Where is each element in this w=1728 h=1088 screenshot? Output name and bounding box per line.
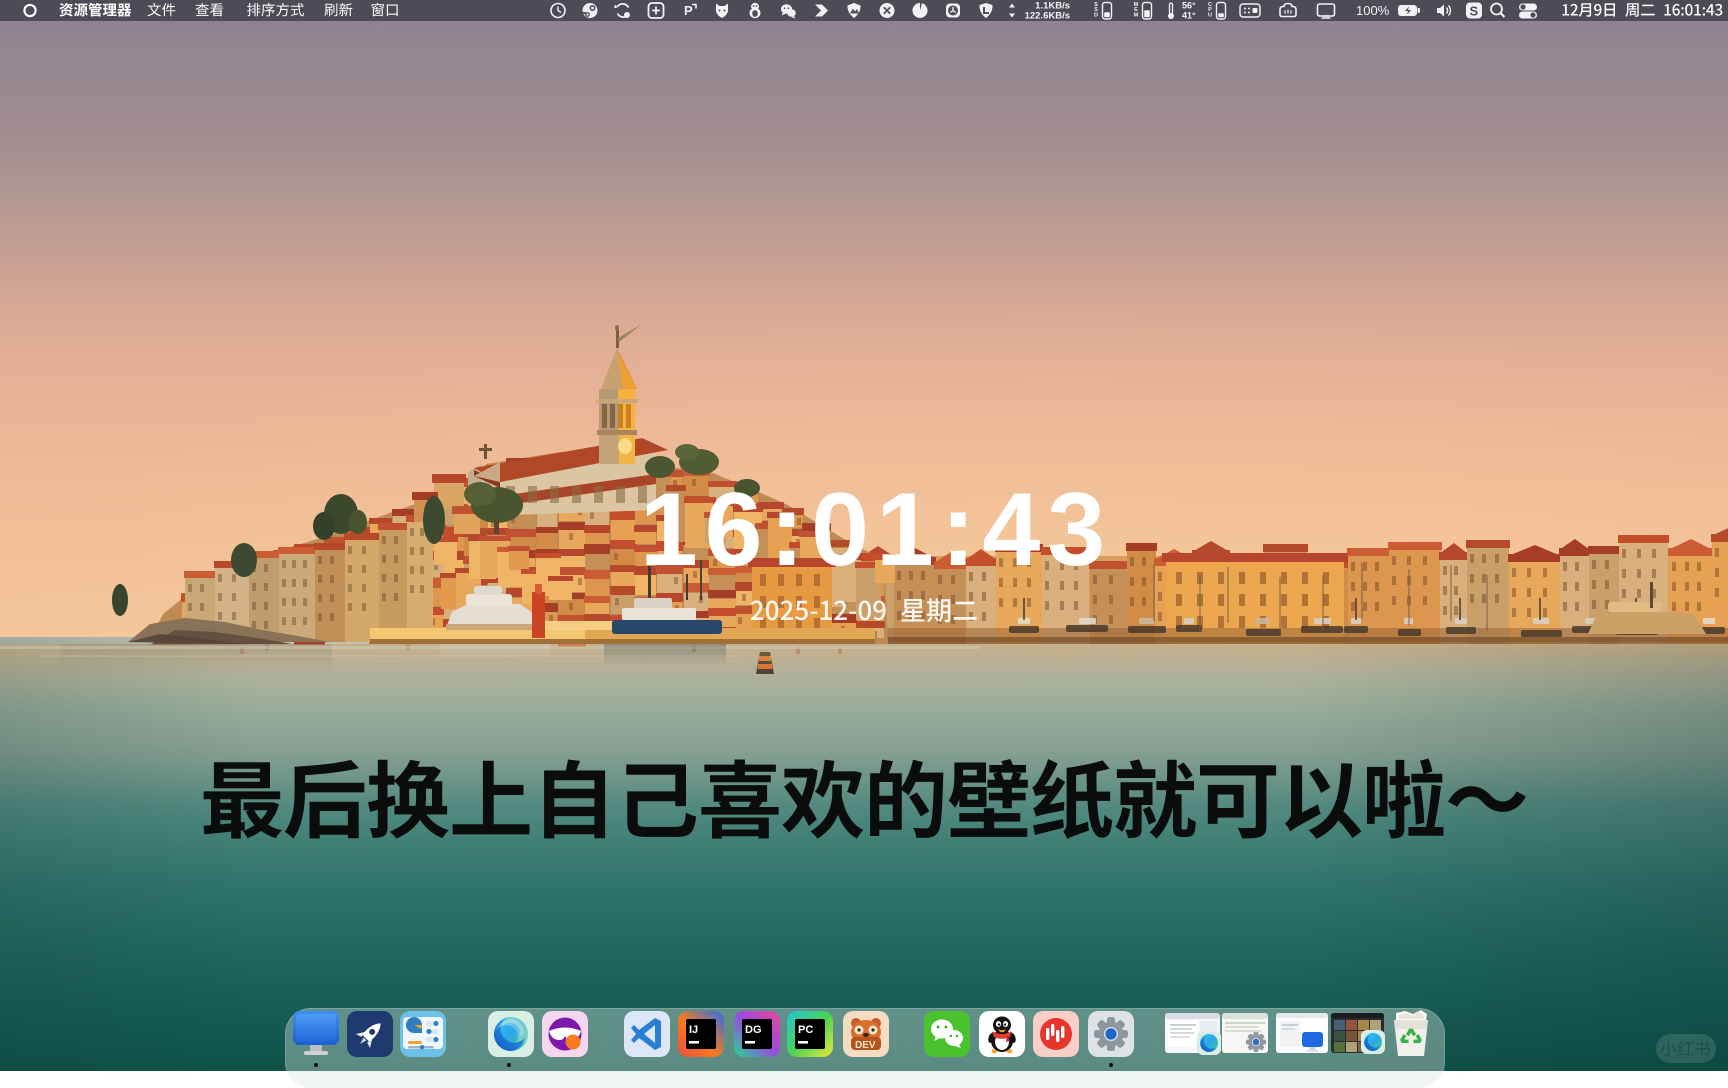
svg-text:M: M [1134, 12, 1139, 18]
svg-text:S: S [1470, 4, 1479, 19]
svg-text:D: D [1094, 12, 1098, 18]
svg-text:41°: 41° [1182, 11, 1196, 21]
svg-text:U: U [1208, 12, 1212, 18]
svg-text:56°: 56° [1182, 1, 1196, 11]
svg-text:122.6KB/s: 122.6KB/s [1025, 11, 1070, 22]
svg-text:P: P [684, 3, 693, 18]
svg-text:100%: 100% [1356, 3, 1390, 18]
